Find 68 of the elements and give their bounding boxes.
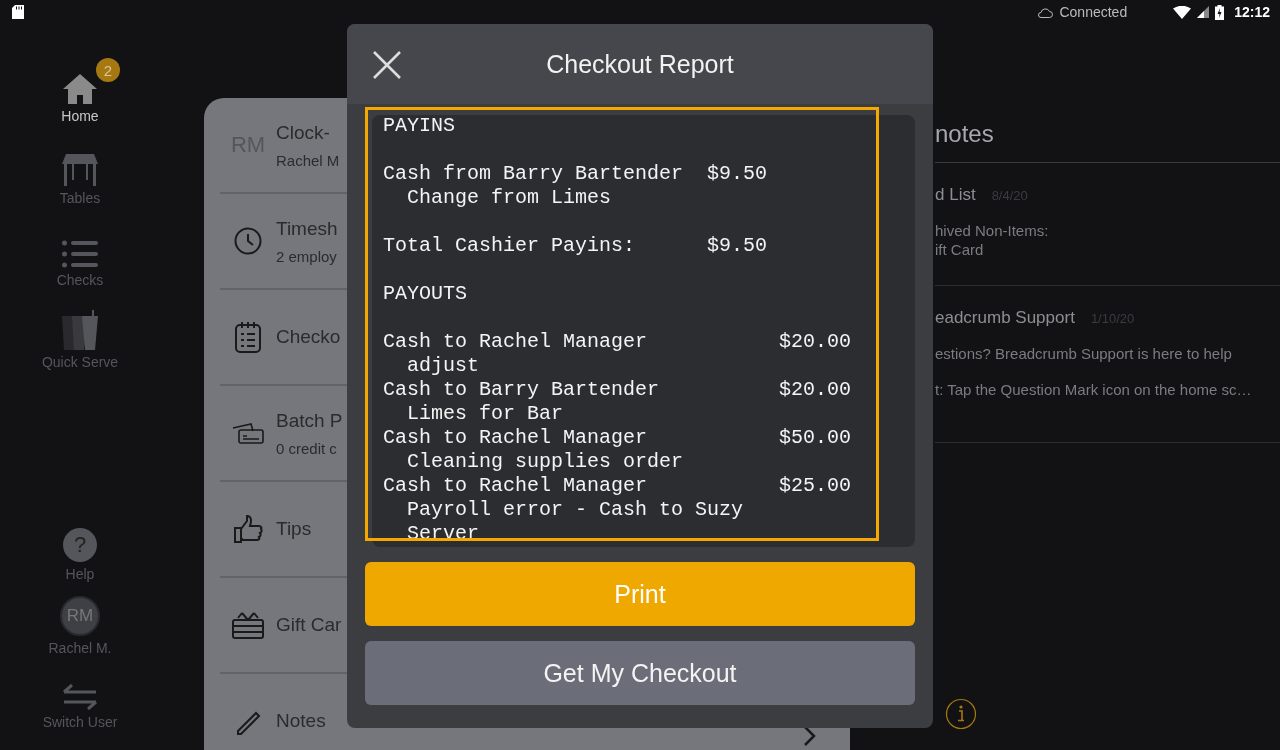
menu-row-title: Checko [276,326,341,348]
report-entry-memo: Change from Limes [407,186,613,210]
report-entry-label: Cash to Rachel Manager [383,330,649,354]
menu-row-subtitle: Rachel M [276,151,340,169]
print-button[interactable]: Print [365,562,915,626]
checklist-icon [235,321,261,353]
gift-card-icon [232,611,264,639]
note-title: eadcrumb Support [935,308,1075,328]
drink-cups-icon [62,310,98,350]
thumbs-up-icon [233,514,263,544]
connection-status: Connected [1059,4,1128,20]
nav-item[interactable]: Quick Serve [41,310,119,370]
chevron-right-icon [804,726,816,746]
list-icon [62,240,98,268]
report-total-amount: $9.50 [707,234,768,258]
nav-item[interactable]: Home [61,64,99,124]
nav-item[interactable]: ? Help [63,522,97,582]
menu-row-title: Clock- [276,121,331,144]
sd-card-icon [12,5,24,19]
info-icon[interactable] [945,698,977,730]
clock-icon [234,227,262,255]
report-entry-label: Cash to Rachel Manager [383,426,649,450]
menu-row-title: Gift Car [276,614,342,636]
report-total-label: Total Cashier Payins: [383,234,637,258]
note-line: hived Non-Items: [935,221,1050,240]
clock-time: 12:12 [1234,4,1270,20]
nav-item[interactable]: Tables [59,146,101,206]
user-avatar: RM [60,596,100,636]
report-entry-label: Cash from Barry Bartender [383,162,685,186]
menu-row-title: Tips [276,518,312,540]
report-entry-label: Cash to Barry Bartender [383,378,661,402]
menu-row-title: Batch P [276,409,343,432]
house-icon [63,74,97,104]
report-entry-memo: Limes for Bar [407,402,565,426]
nav-item[interactable]: Switch User [42,670,118,730]
credit-cards-icon [232,422,264,444]
notification-badge: 2 [96,58,120,82]
report-heading: PAYINS [383,114,456,138]
report-heading: PAYOUTS [383,282,468,306]
note-line: ift Card [935,240,985,259]
wifi-icon [1173,5,1192,19]
report-entry-memo: adjust [407,354,480,378]
get-checkout-button[interactable]: Get My Checkout [365,641,915,705]
note-title: d List [935,185,976,205]
battery-charging-icon [1215,4,1225,20]
notes-heading: notes [935,120,1280,163]
signal-icon [1197,6,1210,18]
menu-row-title: Timesh [276,217,338,240]
report-entry-amount: $20.00 [779,330,852,354]
report-entry-amount: $25.00 [779,474,852,498]
note-line: t: Tap the Question Mark icon on the home sc… [935,380,1253,400]
menu-row-subtitle: 2 employ [276,247,338,265]
close-icon[interactable] [373,51,401,79]
help-icon: ? [63,528,97,562]
report-entry-amount: $9.50 [707,162,768,186]
report-entry-amount: $50.00 [779,426,852,450]
menu-row-title: Notes [276,710,326,732]
dialog-title: Checkout Report [546,49,734,79]
nav-item[interactable]: RM Rachel M. [48,596,112,656]
cloud-icon [1037,6,1054,18]
note-line: estions? Breadcrumb Support is here to help [935,344,1233,364]
report-entry-memo: Cleaning supplies order [407,450,685,474]
nav-item[interactable]: Checks [56,228,104,288]
menu-row-subtitle: 0 credit c [276,439,338,457]
report-entry-label: Cash to Rachel Manager [383,474,649,498]
report-entry-amount: $20.00 [779,378,852,402]
table-icon [62,154,98,186]
swap-arrows-icon [62,684,98,710]
